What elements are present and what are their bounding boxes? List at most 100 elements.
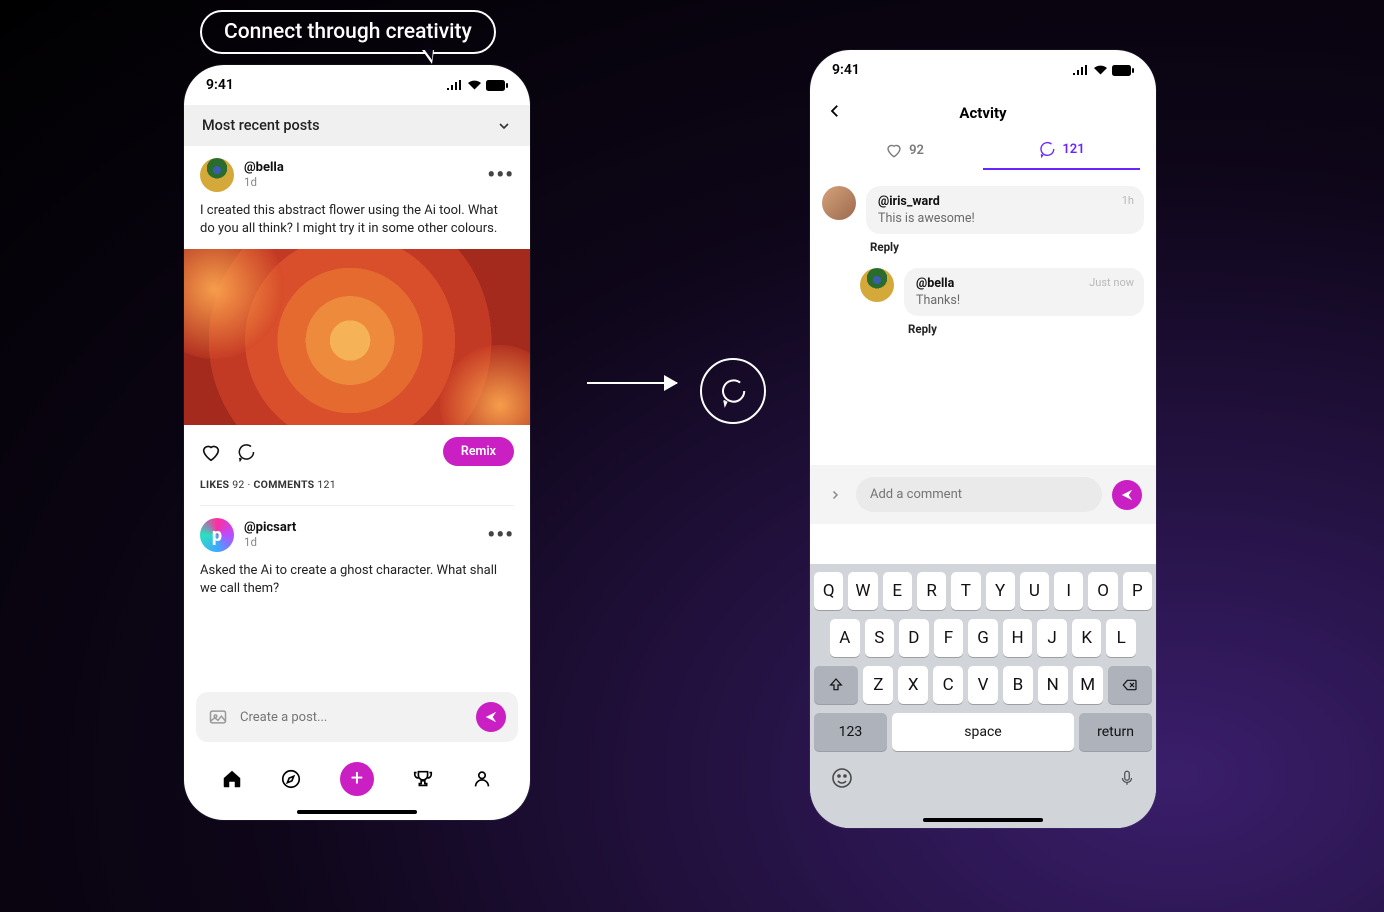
- post: p @picsart 1d ••• Asked the Ai to create…: [184, 506, 530, 597]
- key-e[interactable]: E: [883, 572, 912, 610]
- key-n[interactable]: N: [1038, 666, 1068, 704]
- keyboard-row: ZXCVBNM: [814, 666, 1152, 704]
- status-bar: 9:41: [184, 65, 530, 105]
- key-k[interactable]: K: [1072, 619, 1102, 657]
- post-username[interactable]: @picsart: [244, 521, 296, 536]
- phone-activity: 9:41 Actvity 92 121 @iris_ward: [810, 50, 1156, 828]
- numbers-key[interactable]: 123: [814, 713, 887, 751]
- keyboard-row: ASDFGHJKL: [814, 619, 1152, 657]
- send-comment-button[interactable]: [1112, 480, 1142, 510]
- key-z[interactable]: Z: [863, 666, 893, 704]
- key-h[interactable]: H: [1003, 619, 1033, 657]
- key-o[interactable]: O: [1088, 572, 1117, 610]
- post-menu-icon[interactable]: •••: [487, 170, 514, 181]
- phone-feed: 9:41 Most recent posts @bella 1d ••• I c…: [184, 65, 530, 820]
- key-g[interactable]: G: [968, 619, 998, 657]
- signal-icon: [447, 80, 463, 90]
- key-m[interactable]: M: [1073, 666, 1103, 704]
- back-icon[interactable]: [826, 102, 844, 120]
- comments-list: @iris_ward This is awesome! 1h Reply @be…: [810, 170, 1156, 366]
- key-c[interactable]: C: [933, 666, 963, 704]
- create-post-input[interactable]: [240, 710, 464, 725]
- create-fab[interactable]: +: [340, 762, 374, 796]
- tab-likes-count: 92: [909, 143, 924, 158]
- emoji-icon[interactable]: [830, 766, 854, 790]
- keyboard: QWERTYUIOP ASDFGHJKL ZXCVBNM 123 space r…: [810, 564, 1156, 828]
- tab-bar: +: [184, 752, 530, 804]
- status-time: 9:41: [206, 77, 234, 93]
- backspace-key[interactable]: [1108, 666, 1152, 704]
- tagline-bubble: Connect through creativity: [200, 10, 496, 54]
- trophy-icon[interactable]: [412, 768, 434, 790]
- post-body: Asked the Ai to create a ghost character…: [200, 562, 514, 597]
- shift-key[interactable]: [814, 666, 858, 704]
- status-icons: [447, 80, 508, 91]
- key-x[interactable]: X: [898, 666, 928, 704]
- key-y[interactable]: Y: [986, 572, 1015, 610]
- key-j[interactable]: J: [1037, 619, 1067, 657]
- home-icon[interactable]: [221, 768, 243, 790]
- key-t[interactable]: T: [951, 572, 980, 610]
- tab-likes[interactable]: 92: [826, 140, 983, 170]
- comment-input[interactable]: [856, 477, 1102, 512]
- avatar[interactable]: p: [200, 518, 234, 552]
- key-r[interactable]: R: [917, 572, 946, 610]
- comment-time: Just now: [1089, 276, 1134, 289]
- key-v[interactable]: V: [968, 666, 998, 704]
- avatar[interactable]: [200, 158, 234, 192]
- create-post-bar: [196, 692, 518, 742]
- wifi-icon: [467, 80, 482, 90]
- chat-circle-icon: [700, 358, 766, 424]
- space-key[interactable]: space: [892, 713, 1074, 751]
- post-image[interactable]: [184, 249, 530, 425]
- key-a[interactable]: A: [830, 619, 860, 657]
- feed-header[interactable]: Most recent posts: [184, 105, 530, 146]
- key-f[interactable]: F: [934, 619, 964, 657]
- create-post-send-button[interactable]: [476, 702, 506, 732]
- reply-button[interactable]: Reply: [908, 322, 1144, 336]
- key-i[interactable]: I: [1054, 572, 1083, 610]
- avatar[interactable]: [860, 268, 894, 302]
- key-q[interactable]: Q: [814, 572, 843, 610]
- wifi-icon: [1093, 65, 1108, 75]
- key-l[interactable]: L: [1106, 619, 1136, 657]
- key-u[interactable]: U: [1020, 572, 1049, 610]
- status-bar: 9:41: [810, 50, 1156, 90]
- comment-text: Thanks!: [916, 293, 1132, 308]
- avatar[interactable]: [822, 186, 856, 220]
- comment-reply: @bella Thanks! Just now: [860, 268, 1144, 316]
- signal-icon: [1073, 65, 1089, 75]
- tab-comments[interactable]: 121: [983, 140, 1140, 170]
- status-icons: [1073, 65, 1134, 76]
- keyboard-row: QWERTYUIOP: [814, 572, 1152, 610]
- battery-icon: [486, 80, 508, 91]
- expand-icon[interactable]: [824, 489, 846, 501]
- heart-icon[interactable]: [200, 441, 222, 463]
- feed-header-label: Most recent posts: [202, 117, 320, 134]
- key-p[interactable]: P: [1123, 572, 1152, 610]
- mic-icon[interactable]: [1118, 766, 1136, 790]
- remix-button[interactable]: Remix: [443, 437, 514, 466]
- return-key[interactable]: return: [1079, 713, 1152, 751]
- comment-icon[interactable]: [236, 442, 256, 462]
- post-menu-icon[interactable]: •••: [487, 530, 514, 541]
- key-d[interactable]: D: [899, 619, 929, 657]
- key-b[interactable]: B: [1003, 666, 1033, 704]
- key-w[interactable]: W: [848, 572, 877, 610]
- profile-icon[interactable]: [471, 768, 493, 790]
- status-time: 9:41: [832, 62, 860, 78]
- tab-comments-count: 121: [1062, 142, 1084, 157]
- comment-user[interactable]: @iris_ward: [878, 194, 1132, 209]
- comment-icon: [1038, 140, 1056, 158]
- post-body: I created this abstract flower using the…: [200, 202, 514, 237]
- comment-time: 1h: [1122, 194, 1134, 207]
- activity-title: Actvity: [959, 104, 1006, 122]
- post-time: 1d: [244, 536, 296, 549]
- arrow-right-icon: [587, 382, 677, 384]
- post-username[interactable]: @bella: [244, 161, 284, 176]
- key-s[interactable]: S: [865, 619, 895, 657]
- post-stats[interactable]: LIKES 92 · COMMENTS 121: [200, 478, 514, 506]
- reply-button[interactable]: Reply: [870, 240, 1144, 254]
- image-icon[interactable]: [208, 707, 228, 727]
- compass-icon[interactable]: [280, 768, 302, 790]
